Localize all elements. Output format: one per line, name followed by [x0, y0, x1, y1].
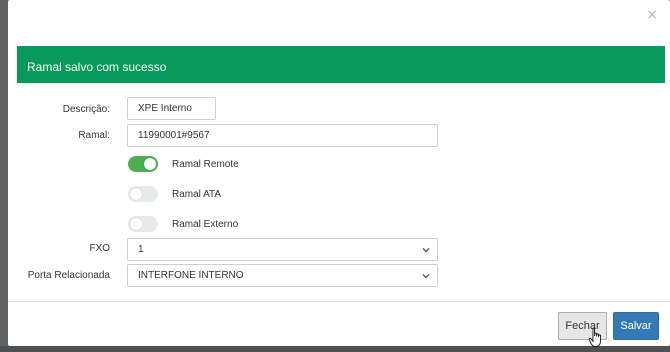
descricao-input[interactable]: XPE Interno: [127, 97, 216, 120]
ramal-label: Ramal:: [78, 130, 110, 141]
fxo-select[interactable]: 1: [127, 238, 438, 261]
footer-divider: [8, 301, 670, 302]
porta-value: INTERFONE INTERNO: [138, 270, 244, 281]
ramal-ata-label: Ramal ATA: [172, 189, 222, 200]
alert-message: Ramal salvo com sucesso: [27, 60, 167, 74]
edit-ramal-modal: × Ramal salvo com sucesso Descrição: XPE…: [8, 0, 670, 347]
chevron-down-icon: [422, 273, 430, 278]
descricao-value: XPE Interno: [138, 103, 192, 114]
ramal-remote-label: Ramal Remote: [172, 159, 239, 170]
ramal-value: 11990001#9567: [138, 130, 210, 141]
toggle-knob: [130, 188, 142, 200]
descricao-label: Descrição:: [62, 104, 110, 115]
ramal-externo-toggle[interactable]: [128, 216, 158, 232]
chevron-down-icon: [422, 247, 430, 252]
fxo-value: 1: [138, 244, 144, 255]
fxo-label: FXO: [89, 243, 110, 254]
close-icon[interactable]: ×: [646, 8, 658, 22]
ramal-remote-toggle[interactable]: [128, 156, 158, 172]
hand-cursor-icon: [588, 327, 601, 347]
porta-select[interactable]: INTERFONE INTERNO: [127, 264, 438, 287]
toggle-knob: [130, 218, 142, 230]
salvar-button[interactable]: Salvar: [613, 312, 659, 340]
modal-backdrop: [0, 0, 8, 352]
porta-label: Porta Relacionada: [27, 270, 110, 281]
ramal-input[interactable]: 11990001#9567: [127, 124, 438, 147]
ramal-ata-toggle[interactable]: [128, 186, 158, 202]
modal-backdrop-bottom: [0, 346, 670, 352]
success-alert: Ramal salvo com sucesso: [17, 46, 665, 83]
toggle-knob: [144, 158, 156, 170]
ramal-externo-label: Ramal Externo: [172, 219, 239, 230]
